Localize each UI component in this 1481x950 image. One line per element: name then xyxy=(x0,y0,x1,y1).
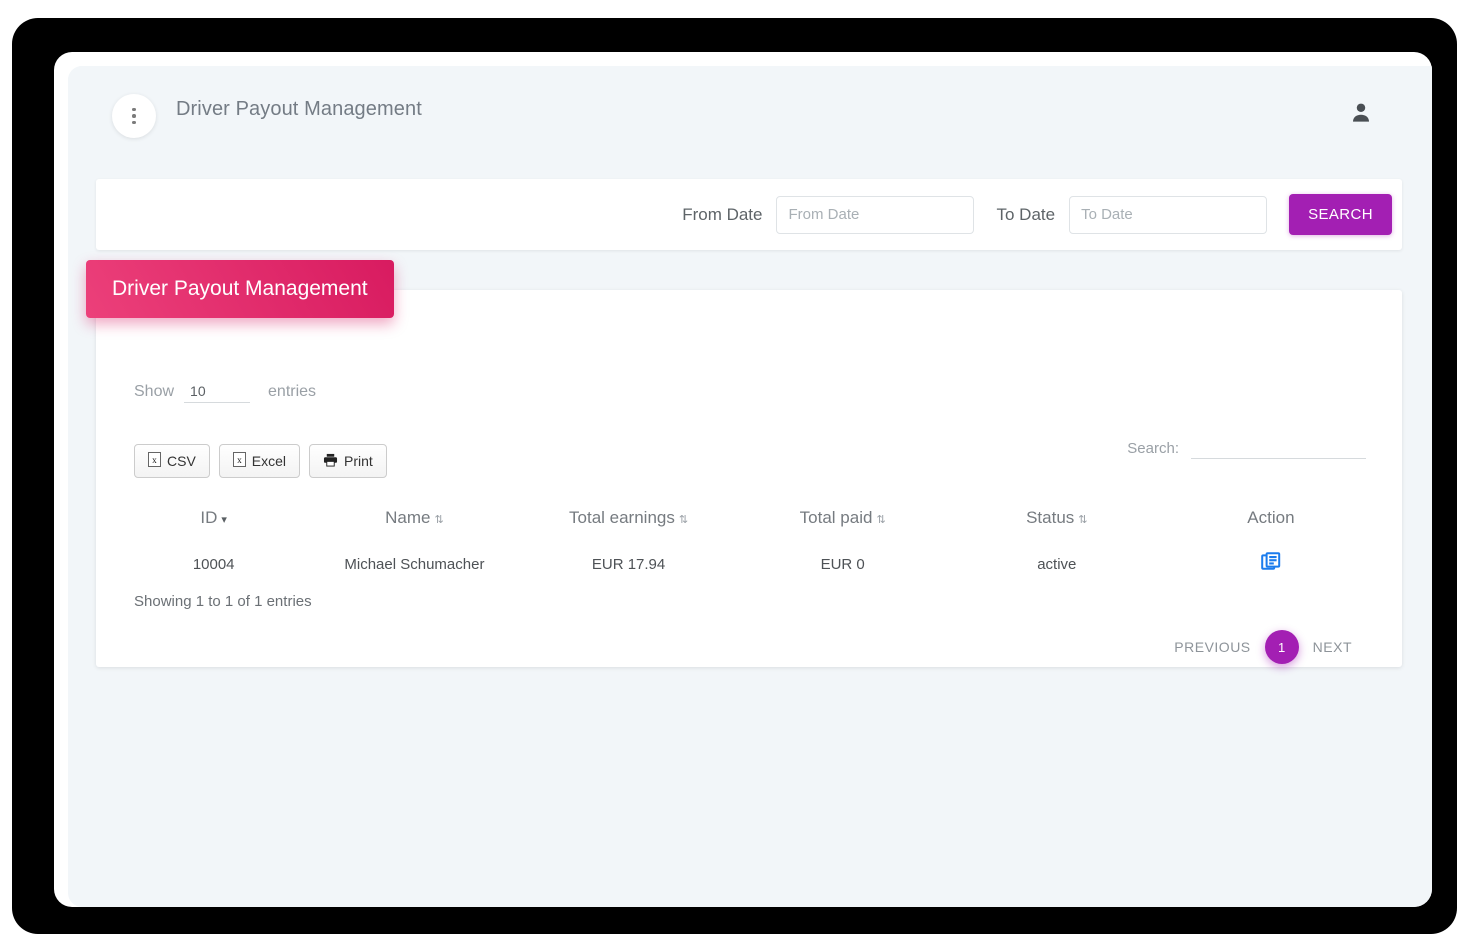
sort-both-icon: ⇅ xyxy=(434,514,444,526)
svg-text:x: x xyxy=(237,456,242,466)
kebab-dot xyxy=(132,114,136,118)
column-label-total-paid: Total paid xyxy=(799,508,873,527)
table-header-row: ID ▾ Name ⇅ Total earnings ⇅ Total paid ⇅ xyxy=(120,502,1378,544)
pagination-page-1-button[interactable]: 1 xyxy=(1264,630,1299,664)
cell-total-earnings: EUR 17.94 xyxy=(591,555,666,573)
export-excel-button[interactable]: x Excel xyxy=(218,444,301,478)
column-header-name[interactable]: Name ⇅ xyxy=(307,502,521,544)
kebab-dot xyxy=(132,107,136,112)
table-search-input[interactable] xyxy=(1191,438,1366,459)
pagination-previous-button[interactable]: PREVIOUS xyxy=(1160,639,1264,655)
export-button-group: x CSV x Excel Print xyxy=(134,444,387,478)
print-label: Print xyxy=(344,453,373,469)
print-button[interactable]: Print xyxy=(309,444,387,478)
column-header-total-paid[interactable]: Total paid ⇅ xyxy=(736,502,950,544)
kebab-menu-icon[interactable] xyxy=(112,94,156,138)
column-header-action: Action xyxy=(1164,502,1378,544)
column-header-status[interactable]: Status ⇅ xyxy=(950,502,1164,544)
entries-label: entries xyxy=(268,383,317,400)
sort-both-icon: ⇅ xyxy=(678,514,689,526)
table-search-filter: Search: xyxy=(1127,438,1366,459)
sort-both-icon: ⇅ xyxy=(876,514,886,526)
sort-both-icon: ⇅ xyxy=(1078,514,1088,526)
export-csv-button[interactable]: x CSV xyxy=(134,444,210,478)
page-title: Driver Payout Management xyxy=(176,98,422,120)
column-header-total-earnings[interactable]: Total earnings ⇅ xyxy=(521,502,735,544)
printer-icon xyxy=(323,453,338,470)
table-length-control: Show 10 25 50 100 entries xyxy=(134,383,316,403)
table-body: 10004 Michael Schumacher EUR 17.94 EUR 0… xyxy=(120,544,1378,584)
table-head: ID ▾ Name ⇅ Total earnings ⇅ Total paid ⇅ xyxy=(120,502,1378,544)
file-excel-icon: x xyxy=(232,452,246,470)
export-excel-label: Excel xyxy=(251,453,287,469)
device-frame: Driver Payout Management From Date To Da… xyxy=(12,18,1457,934)
column-label-status: Status xyxy=(1026,508,1075,527)
payouts-table: ID ▾ Name ⇅ Total earnings ⇅ Total paid ⇅ xyxy=(120,502,1378,584)
copy-document-icon[interactable] xyxy=(1261,552,1281,576)
pagination-next-button[interactable]: NEXT xyxy=(1299,639,1366,655)
column-label-action: Action xyxy=(1247,508,1295,527)
entries-per-page-select[interactable]: 10 25 50 100 xyxy=(184,383,251,403)
to-date-label: To Date xyxy=(996,204,1056,224)
to-date-input[interactable] xyxy=(1069,195,1268,234)
column-header-id[interactable]: ID ▾ xyxy=(120,502,307,544)
sort-desc-icon: ▾ xyxy=(221,514,227,526)
pagination-control: PREVIOUS 1 NEXT xyxy=(1160,630,1366,664)
table-row: 10004 Michael Schumacher EUR 17.94 EUR 0… xyxy=(120,544,1378,584)
show-label: Show xyxy=(134,383,175,400)
search-button[interactable]: SEARCH xyxy=(1289,194,1392,235)
file-excel-icon: x xyxy=(148,452,161,470)
table-search-label: Search: xyxy=(1127,440,1179,457)
cell-status: active xyxy=(1037,555,1077,573)
kebab-dot xyxy=(132,120,136,125)
cell-id: 10004 xyxy=(192,555,235,573)
cell-total-paid: EUR 0 xyxy=(820,555,865,573)
from-date-input[interactable] xyxy=(776,195,975,234)
cell-name: Michael Schumacher xyxy=(344,555,485,573)
date-filter-row: From Date To Date SEARCH xyxy=(682,179,1392,250)
card-title-badge: Driver Payout Management xyxy=(86,260,394,318)
export-csv-label: CSV xyxy=(167,453,196,469)
column-label-total-earnings: Total earnings xyxy=(569,508,675,527)
app-viewport: Driver Payout Management From Date To Da… xyxy=(68,66,1432,907)
from-date-label: From Date xyxy=(682,204,763,224)
user-account-icon[interactable] xyxy=(1348,100,1374,126)
date-filter-card: From Date To Date SEARCH xyxy=(96,179,1402,250)
column-label-name: Name xyxy=(385,508,431,527)
device-screen: Driver Payout Management From Date To Da… xyxy=(54,52,1432,907)
kebab-dots xyxy=(132,106,136,126)
app-topbar: Driver Payout Management xyxy=(68,66,1432,174)
cell-action xyxy=(1164,544,1378,584)
driver-payout-table-card: Driver Payout Management Show 10 25 50 1… xyxy=(86,260,1402,667)
table-info-text: Showing 1 to 1 of 1 entries xyxy=(134,593,312,610)
column-label-id: ID xyxy=(200,508,218,527)
svg-text:x: x xyxy=(152,456,157,466)
